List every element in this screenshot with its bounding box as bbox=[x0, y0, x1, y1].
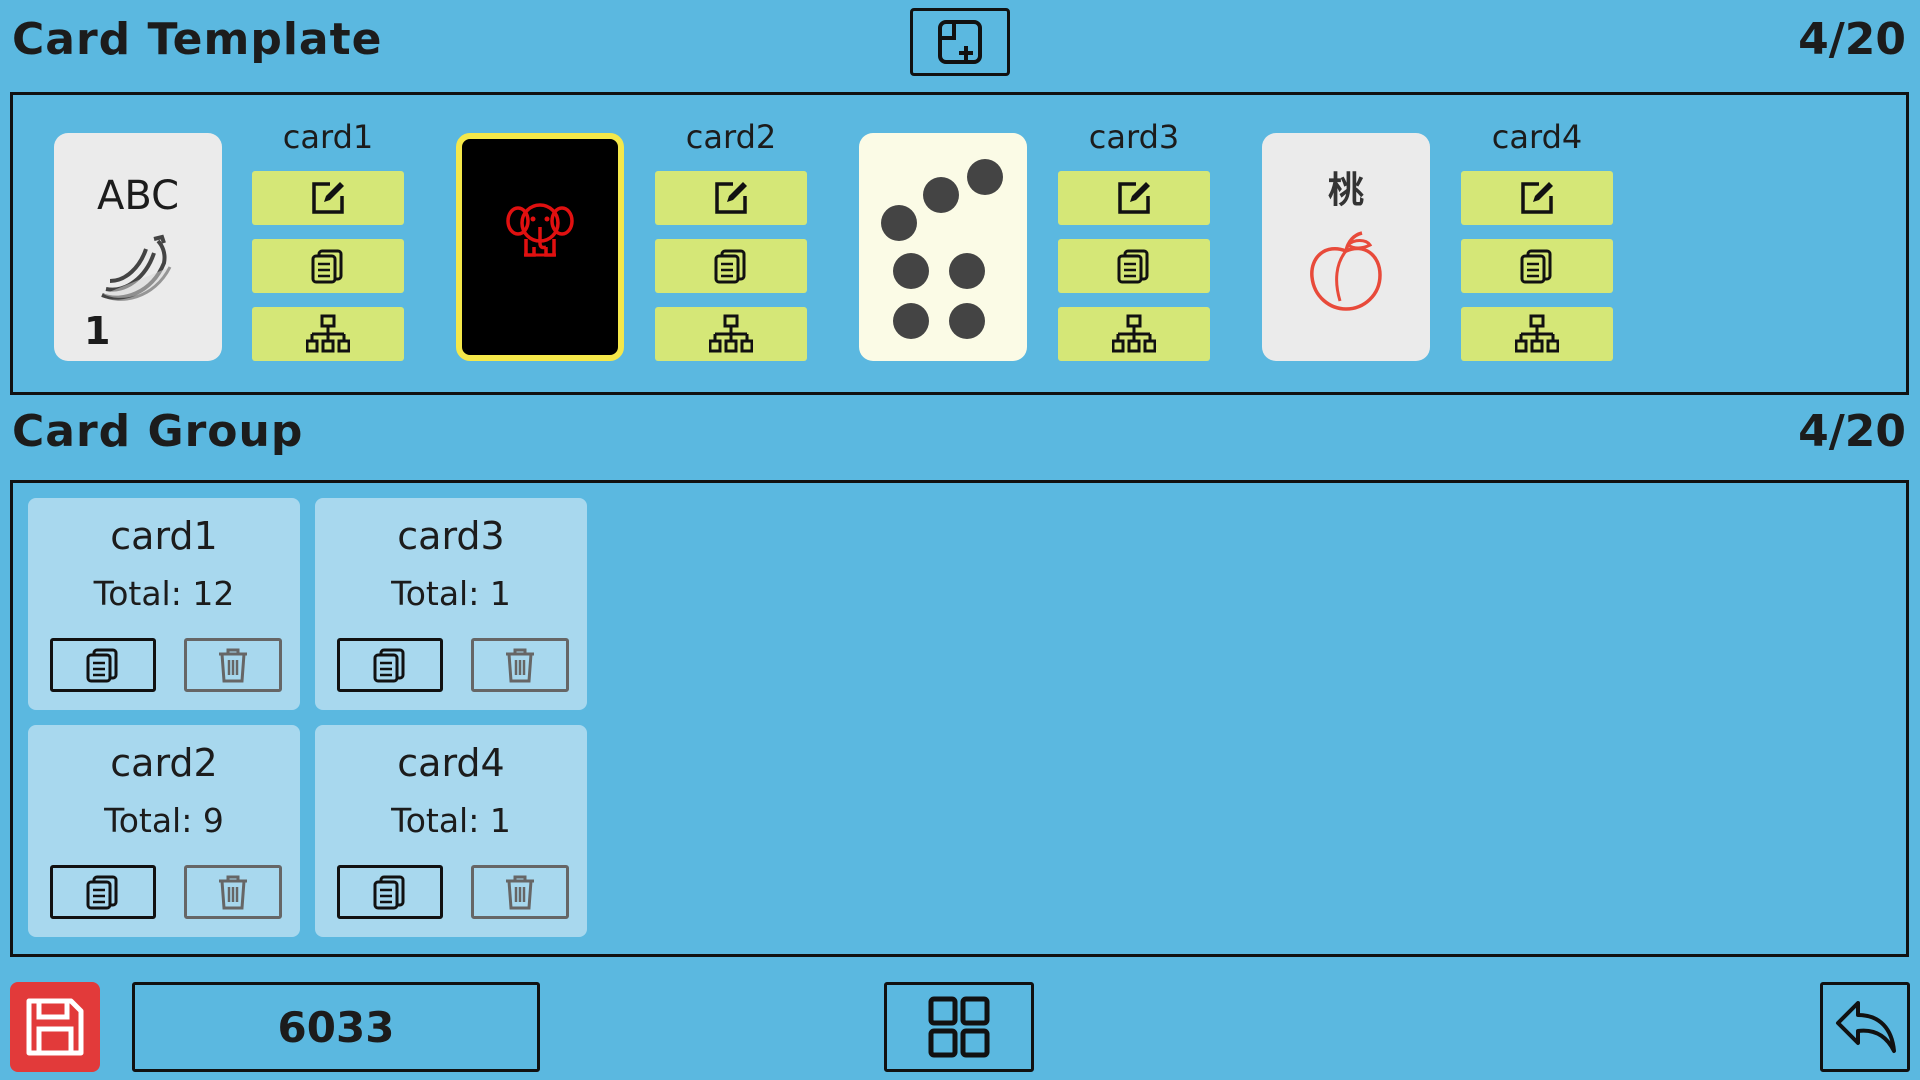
copy-icon bbox=[373, 875, 405, 910]
card-template-title: Card Template bbox=[12, 14, 383, 65]
group-card-total: Total: 9 bbox=[104, 801, 224, 840]
trash-icon bbox=[506, 875, 534, 910]
template-name: card1 bbox=[282, 118, 374, 156]
edit-icon bbox=[715, 182, 747, 214]
copy-group-button[interactable] bbox=[337, 865, 443, 919]
copy-icon bbox=[1117, 249, 1149, 284]
trash-icon bbox=[219, 875, 247, 910]
group-card-4: card4 Total: 1 bbox=[315, 725, 587, 937]
card-template-panel: ABC 1 card1 card2 card3 桃 card4 bbox=[10, 92, 1909, 395]
add-template-button[interactable] bbox=[910, 8, 1010, 76]
grid-icon bbox=[928, 996, 990, 1058]
group-card-name: card3 bbox=[397, 514, 505, 558]
trash-icon bbox=[506, 648, 534, 683]
hierarchy-template-button[interactable] bbox=[252, 307, 404, 361]
copy-group-button[interactable] bbox=[50, 638, 156, 692]
template-column-1: card1 bbox=[252, 117, 404, 361]
edit-template-button[interactable] bbox=[1058, 171, 1210, 225]
save-button[interactable] bbox=[10, 982, 100, 1072]
code-display: 6033 bbox=[132, 982, 540, 1072]
hierarchy-icon bbox=[306, 314, 350, 353]
template-name: card4 bbox=[1491, 118, 1583, 156]
card-face-number: 1 bbox=[84, 309, 111, 353]
copy-group-button[interactable] bbox=[337, 638, 443, 692]
template-column-3: card3 bbox=[1058, 117, 1210, 361]
template-card-3[interactable] bbox=[859, 133, 1027, 361]
group-counter: 4/20 bbox=[1798, 406, 1906, 457]
trash-icon bbox=[219, 648, 247, 683]
template-card-2[interactable] bbox=[456, 133, 624, 361]
edit-template-button[interactable] bbox=[252, 171, 404, 225]
template-name: card2 bbox=[685, 118, 777, 156]
edit-icon bbox=[1521, 182, 1553, 214]
card-face-text: ABC bbox=[96, 173, 180, 219]
copy-template-button[interactable] bbox=[1461, 239, 1613, 293]
dots-icon bbox=[881, 159, 1003, 339]
edit-icon bbox=[1118, 182, 1150, 214]
group-card-name: card1 bbox=[110, 514, 218, 558]
delete-group-button[interactable] bbox=[184, 638, 282, 692]
copy-group-button[interactable] bbox=[50, 865, 156, 919]
group-card-total: Total: 1 bbox=[391, 574, 511, 613]
template-counter: 4/20 bbox=[1798, 14, 1906, 65]
copy-icon bbox=[86, 875, 118, 910]
template-card-1[interactable]: ABC 1 bbox=[54, 133, 222, 361]
elephant-icon bbox=[506, 203, 574, 257]
grid-view-button[interactable] bbox=[884, 982, 1034, 1072]
edit-template-button[interactable] bbox=[655, 171, 807, 225]
hierarchy-template-button[interactable] bbox=[1058, 307, 1210, 361]
copy-template-button[interactable] bbox=[252, 239, 404, 293]
card-group-title: Card Group bbox=[12, 406, 304, 457]
group-card-1: card1 Total: 12 bbox=[28, 498, 300, 710]
banana-icon bbox=[101, 234, 172, 301]
copy-icon bbox=[311, 249, 343, 284]
template-card-4[interactable]: 桃 bbox=[1262, 133, 1430, 361]
add-card-icon bbox=[938, 20, 982, 64]
copy-template-button[interactable] bbox=[655, 239, 807, 293]
back-button[interactable] bbox=[1820, 982, 1910, 1072]
back-arrow-icon bbox=[1836, 1001, 1896, 1053]
delete-group-button[interactable] bbox=[471, 865, 569, 919]
edit-icon bbox=[312, 182, 344, 214]
template-column-2: card2 bbox=[655, 117, 807, 361]
edit-template-button[interactable] bbox=[1461, 171, 1613, 225]
copy-icon bbox=[373, 648, 405, 683]
save-icon bbox=[26, 998, 84, 1056]
delete-group-button[interactable] bbox=[184, 865, 282, 919]
delete-group-button[interactable] bbox=[471, 638, 569, 692]
template-name: card3 bbox=[1088, 118, 1180, 156]
copy-icon bbox=[714, 249, 746, 284]
card-face-text: 桃 bbox=[1327, 170, 1364, 211]
copy-template-button[interactable] bbox=[1058, 239, 1210, 293]
hierarchy-template-button[interactable] bbox=[655, 307, 807, 361]
card-group-panel: card1 Total: 12 card3 Total: 1 card2 Tot… bbox=[10, 480, 1909, 957]
peach-icon bbox=[1310, 231, 1382, 311]
hierarchy-icon bbox=[1112, 314, 1156, 353]
hierarchy-template-button[interactable] bbox=[1461, 307, 1613, 361]
group-card-3: card2 Total: 9 bbox=[28, 725, 300, 937]
hierarchy-icon bbox=[709, 314, 753, 353]
group-card-name: card4 bbox=[397, 741, 505, 785]
group-card-2: card3 Total: 1 bbox=[315, 498, 587, 710]
copy-icon bbox=[86, 648, 118, 683]
template-column-4: card4 bbox=[1461, 117, 1613, 361]
copy-icon bbox=[1520, 249, 1552, 284]
group-card-name: card2 bbox=[110, 741, 218, 785]
hierarchy-icon bbox=[1515, 314, 1559, 353]
group-card-total: Total: 1 bbox=[391, 801, 511, 840]
group-card-total: Total: 12 bbox=[93, 574, 235, 613]
